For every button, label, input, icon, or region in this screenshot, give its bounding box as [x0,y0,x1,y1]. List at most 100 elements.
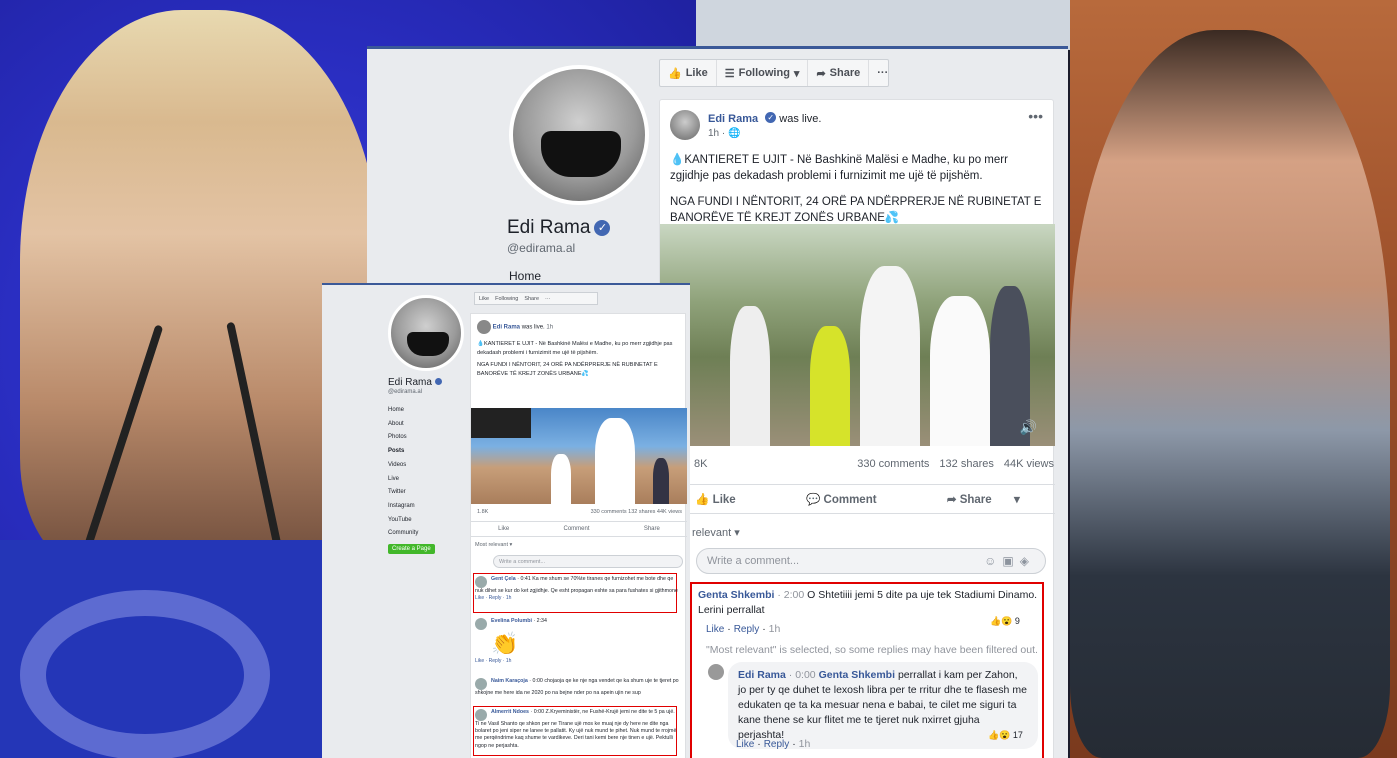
share-button[interactable]: Share [644,526,660,532]
author-avatar[interactable] [670,110,700,140]
nav-about[interactable]: About [388,418,418,432]
comment: Evelina Polumbi · 2:34 👏 Like · Reply · … [475,618,680,665]
screenshot-collage: Edi Rama ✓ @edirama.al Home 👍 Like ☰ Follow… [0,0,1397,758]
create-page-button[interactable]: Create a Page [388,544,435,554]
share-page-button[interactable]: Share [524,296,539,302]
post-actions: Like Comment Share [471,521,687,537]
like-button[interactable]: 👍 Like [695,492,736,506]
comment-author[interactable]: Naim Karaçoja [491,678,528,684]
nav-photos[interactable]: Photos [388,431,418,445]
post-header: Edi Rama was live. 1h [477,320,553,334]
reaction-badge[interactable]: 👍😮 9 [990,614,1020,629]
following-button[interactable]: ☰ Following ▾ [717,60,809,86]
nav-community[interactable]: Community [388,527,418,541]
nav-youtube[interactable]: YouTube [388,514,418,528]
comments-count[interactable]: 330 comments [591,509,627,515]
comment-author[interactable]: Genta Shkembi [698,589,774,601]
comment-links[interactable]: Like · Reply · 1h [475,658,680,665]
comment-actions: Like · Reply · 1h [706,623,781,635]
post-time[interactable]: 1h [546,325,553,331]
comment-author[interactable]: Almerrit Ndoes [491,709,529,715]
nav-live[interactable]: Live [388,473,418,487]
post-options-icon[interactable]: ••• [1028,108,1043,124]
reply-reply-link[interactable]: Reply [764,739,790,750]
verified-badge-icon: ✓ [594,220,611,236]
page-handle: @edirama.al [388,389,423,395]
rss-icon: ☰ [724,67,735,80]
post-card: Edi Rama was live. 1h 💧KANTIERET E UJIT … [470,313,687,758]
thumbs-up-icon: 👍 [668,67,682,80]
comment-avatar[interactable] [475,618,487,630]
post-author[interactable]: Edi Rama [708,113,758,125]
reaction-count[interactable]: 8K [694,458,707,470]
following-button[interactable]: Following [495,296,518,302]
share-button[interactable]: ➦ Share ▾ [947,492,1020,506]
views-count: 44K views [1003,458,1054,470]
page-action-bar: 👍 Like ☰ Following ▾ ➦ Share ··· [659,59,889,87]
globe-icon: 🌐 [728,128,741,139]
share-icon: ➦ [816,67,826,80]
post-text: 💧KANTIERET E UJIT - Në Bashkinë Malësi e… [477,341,673,377]
comment-input[interactable]: Write a comment... ☺▣◈ [696,548,1046,574]
post-video[interactable] [471,408,687,504]
comment-button[interactable]: Comment [563,526,589,532]
comment: Gent Çela · 0:41 Ka me shum se 70%te tir… [475,576,680,602]
reply-actions: Like · Reply · 1h [736,738,811,750]
page-handle: @edirama.al [507,241,576,255]
comment-author[interactable]: Gent Çela [491,576,516,582]
reply-like-link[interactable]: Like [736,739,754,750]
like-button[interactable]: Like [498,526,509,532]
comment-like-link[interactable]: Like [706,624,724,635]
comment-button[interactable]: 💬 Comment [806,492,877,506]
comment-input-icons[interactable]: ☺▣◈ [984,554,1035,568]
right-photo [1070,0,1397,758]
more-button[interactable]: ··· [869,60,896,86]
post-stats: 1.8K 330 comments 132 shares 44K views [477,509,682,515]
filtered-replies-note: "Most relevant" is selected, so some rep… [706,644,1038,656]
nav-instagram[interactable]: Instagram [388,500,418,514]
nav-home[interactable]: Home [509,269,541,283]
right-person-image [1070,30,1390,758]
page-nav: Home About Photos Posts Videos Live Twit… [388,404,418,541]
comment-avatar[interactable] [475,709,487,721]
comment-sort-dropdown[interactable]: relevant ▾ [692,526,740,539]
comment-links[interactable]: Like · Reply · 1h [475,595,680,602]
nav-videos[interactable]: Videos [388,459,418,473]
shares-count[interactable]: 132 shares [939,458,993,470]
reply-author[interactable]: Edi Rama [738,669,786,681]
page-name[interactable]: Edi Rama [388,377,442,388]
comment: Almerrit Ndoes · 0:00 Z.Kryeministër, ne… [475,709,677,749]
like-page-button[interactable]: 👍 Like [660,60,717,86]
comment-reply-link[interactable]: Reply [734,624,760,635]
comment-avatar[interactable] [475,576,487,588]
comment-avatar[interactable] [475,678,487,690]
top-middle-photo [696,0,1070,50]
page-action-bar: Like Following Share ··· [474,292,598,305]
post-time[interactable]: 1h · 🌐 [708,128,740,139]
post-video[interactable]: 🔊 [660,224,1055,446]
views-count: 44K views [656,509,682,515]
post-card: Edi Rama ✓ was live. 1h · 🌐 ••• 💧KANTIER… [659,99,1055,758]
comment: Naim Karaçoja · 0:00 chojaoja qe ke nje … [475,678,679,696]
author-avatar[interactable] [477,320,491,334]
comment-author[interactable]: Evelina Polumbi [491,618,532,624]
post-author[interactable]: Edi Rama [493,325,520,331]
page-name[interactable]: Edi Rama ✓ [507,217,611,239]
profile-picture[interactable] [388,295,464,371]
share-page-button[interactable]: ➦ Share [808,60,870,86]
comment-input[interactable]: Write a comment... [493,555,683,568]
nav-posts[interactable]: Posts [388,445,418,459]
profile-picture[interactable] [509,65,649,205]
comment-sort-dropdown[interactable]: Most relevant ▾ [475,542,512,548]
reply-author-avatar[interactable] [708,664,724,680]
volume-icon[interactable]: 🔊 [1020,419,1037,436]
more-button[interactable]: ··· [545,296,551,302]
reaction-badge[interactable]: 👍😮 17 [988,728,1023,743]
shares-count[interactable]: 132 shares [628,509,655,515]
reaction-count[interactable]: 1.8K [477,509,488,515]
comments-count[interactable]: 330 comments [857,458,929,470]
mention[interactable]: Genta Shkembi [819,669,895,681]
nav-twitter[interactable]: Twitter [388,486,418,500]
like-page-button[interactable]: Like [479,296,489,302]
nav-home[interactable]: Home [388,404,418,418]
